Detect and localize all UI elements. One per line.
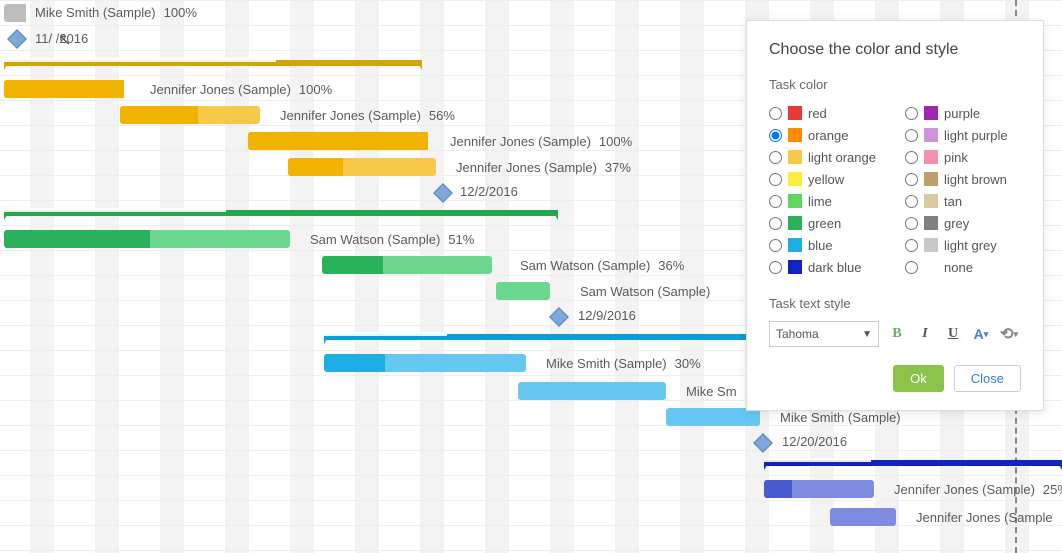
color-swatch (924, 106, 938, 120)
color-swatch (788, 194, 802, 208)
color-option-grey[interactable]: grey (905, 212, 1021, 234)
color-swatch (924, 128, 938, 142)
task-label: Sam Watson (Sample)36% (520, 258, 684, 273)
color-option-yellow[interactable]: yellow (769, 168, 885, 190)
task-label: Jennifer Jones (Sample (916, 510, 1053, 525)
color-option-none[interactable]: none (905, 256, 1021, 278)
milestone-date: 12/20/2016 (782, 434, 847, 449)
color-swatch (788, 150, 802, 164)
color-swatch (788, 238, 802, 252)
milestone-date: 11/ /2016 (35, 31, 88, 46)
milestone-date: 12/2/2016 (460, 184, 518, 199)
color-option-green[interactable]: green (769, 212, 885, 234)
color-swatch (924, 194, 938, 208)
color-option-tan[interactable]: tan (905, 190, 1021, 212)
task-label: Jennifer Jones (Sample)37% (456, 160, 631, 175)
task-bar[interactable] (4, 4, 26, 22)
task-bar[interactable] (324, 354, 526, 372)
task-label: Mike Smith (Sample)100% (35, 5, 197, 20)
color-option-red[interactable]: red (769, 102, 885, 124)
font-select[interactable]: Tahoma ▼ (769, 321, 879, 347)
task-bar[interactable] (518, 382, 666, 400)
color-swatch (924, 238, 938, 252)
color-swatch (924, 150, 938, 164)
task-color-label: Task color (769, 77, 1021, 92)
color-option-pink[interactable]: pink (905, 146, 1021, 168)
color-option-light-purple[interactable]: light purple (905, 124, 1021, 146)
color-option-orange[interactable]: orange (769, 124, 885, 146)
task-label: Mike Sm (686, 384, 737, 399)
summary-bar[interactable] (324, 334, 762, 344)
color-swatch (924, 216, 938, 230)
task-bar[interactable] (120, 106, 260, 124)
task-bar[interactable] (288, 158, 436, 176)
color-swatch (788, 128, 802, 142)
task-label: Mike Smith (Sample) (780, 410, 901, 425)
style-dialog: Choose the color and style Task color re… (746, 20, 1044, 411)
task-label: Sam Watson (Sample) (580, 284, 710, 299)
task-label: Jennifer Jones (Sample)100% (450, 134, 632, 149)
task-label: Jennifer Jones (Sample)56% (280, 108, 455, 123)
summary-bar[interactable] (4, 210, 558, 220)
task-bar[interactable] (4, 80, 124, 98)
font-color-button[interactable]: A▾ (971, 324, 991, 344)
milestone-date: 12/9/2016 (578, 308, 636, 323)
color-swatch (788, 216, 802, 230)
task-bar[interactable] (4, 230, 290, 248)
task-bar[interactable] (830, 508, 896, 526)
task-label: Mike Smith (Sample)30% (546, 356, 701, 371)
task-bar[interactable] (322, 256, 492, 274)
underline-button[interactable]: U (943, 324, 963, 344)
color-option-purple[interactable]: purple (905, 102, 1021, 124)
text-style-label: Task text style (769, 296, 1021, 311)
color-option-lime[interactable]: lime (769, 190, 885, 212)
italic-button[interactable]: I (915, 324, 935, 344)
color-option-light-brown[interactable]: light brown (905, 168, 1021, 190)
task-bar[interactable] (764, 480, 874, 498)
clear-format-button[interactable]: ⟲▾ (999, 324, 1019, 344)
dialog-title: Choose the color and style (769, 41, 1021, 59)
task-label: Sam Watson (Sample)51% (310, 232, 474, 247)
summary-bar[interactable] (764, 460, 1062, 470)
summary-bar[interactable] (4, 60, 422, 70)
task-label: Jennifer Jones (Sample)25% (894, 482, 1062, 497)
chevron-down-icon: ▼ (862, 329, 872, 340)
ok-button[interactable]: Ok (893, 365, 944, 392)
color-swatch (788, 172, 802, 186)
color-swatch (788, 260, 802, 274)
color-option-light-grey[interactable]: light grey (905, 234, 1021, 256)
color-option-dark-blue[interactable]: dark blue (769, 256, 885, 278)
color-swatch (924, 260, 938, 274)
color-option-light-orange[interactable]: light orange (769, 146, 885, 168)
color-swatch (788, 106, 802, 120)
close-button[interactable]: Close (954, 365, 1021, 392)
task-label: Jennifer Jones (Sample)100% (150, 82, 332, 97)
color-swatch (924, 172, 938, 186)
color-option-blue[interactable]: blue (769, 234, 885, 256)
task-bar[interactable] (248, 132, 428, 150)
bold-button[interactable]: B (887, 324, 907, 344)
task-bar[interactable] (496, 282, 550, 300)
